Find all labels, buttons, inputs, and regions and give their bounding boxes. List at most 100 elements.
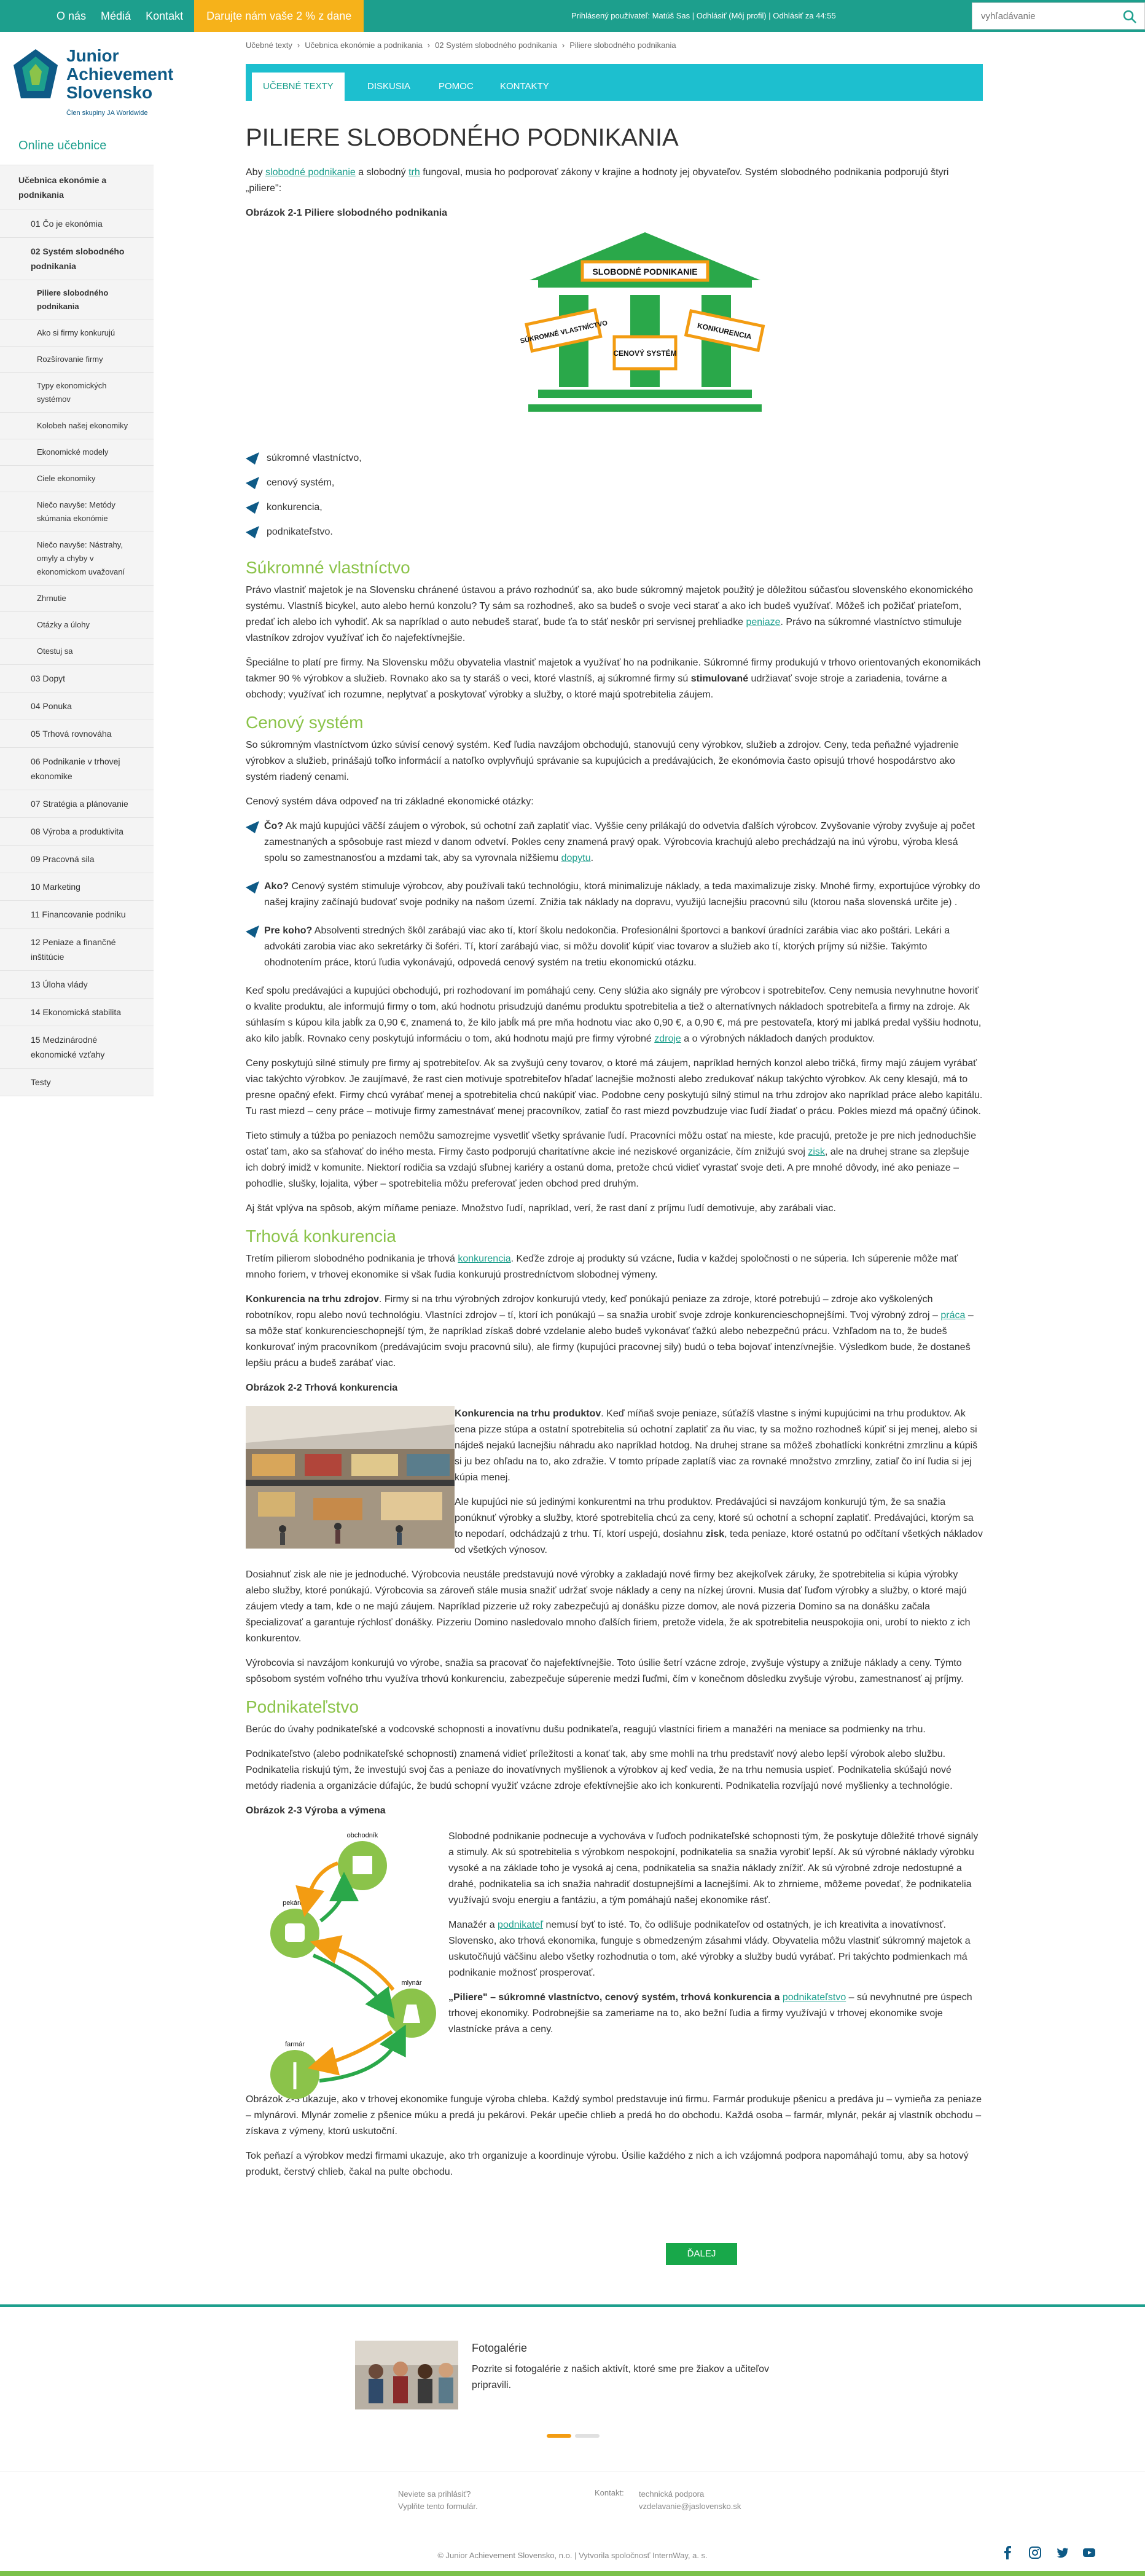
youtube-icon[interactable]: [1082, 2546, 1096, 2559]
tab-ucebne-texty[interactable]: UČEBNÉ TEXTY: [252, 73, 345, 101]
arrow-bullet-icon: [246, 925, 259, 938]
sidebar-item[interactable]: Kolobeh našej ekonomiky: [0, 413, 154, 439]
sidebar-item[interactable]: Zhrnutie: [0, 586, 154, 612]
gallery-pager[interactable]: [547, 2434, 608, 2438]
arrow-bullet-icon: [246, 881, 259, 893]
breadcrumb-item[interactable]: Učebné texty: [246, 41, 292, 50]
section-heading: Cenový systém: [246, 713, 364, 732]
glossary-link[interactable]: konkurencia: [458, 1254, 510, 1264]
sidebar-item[interactable]: 14 Ekonomická stabilita: [0, 999, 154, 1026]
nav-contact-link[interactable]: Kontakt: [138, 0, 190, 32]
production-block: obchodník pekáreň mlynár farmár Slobodné…: [246, 1829, 983, 2099]
sidebar-title[interactable]: Online učebnice: [0, 126, 154, 165]
paragraph: Cenový systém dáva odpoveď na tri základ…: [246, 796, 534, 807]
ja-logo[interactable]: Junior Achievement Slovensko Člen skupin…: [14, 45, 192, 125]
arrow-bullet-icon: [246, 477, 259, 489]
facebook-icon[interactable]: [1001, 2546, 1015, 2559]
sidebar-item[interactable]: 05 Trhová rovnováha: [0, 720, 154, 748]
gallery-title[interactable]: Fotogalérie: [472, 2342, 527, 2355]
footer-contact-label: Kontakt:: [595, 2488, 624, 2497]
sidebar-item[interactable]: Ciele ekonomiky: [0, 466, 154, 492]
list-item-text: konkurencia,: [267, 502, 322, 512]
paragraph: Aj štát vplýva na spôsob, akým míňame pe…: [246, 1203, 836, 1214]
pager-dot[interactable]: [575, 2434, 600, 2438]
sidebar-item[interactable]: Ekonomické modely: [0, 439, 154, 466]
list-item: súkromné vlastníctvo,: [246, 446, 983, 471]
list-item-text: cenový systém,: [267, 477, 335, 488]
glossary-link[interactable]: trh: [408, 167, 420, 178]
sidebar-item[interactable]: Rozšírovanie firmy: [0, 347, 154, 373]
sidebar-item[interactable]: 15 Medzinárodné ekonomické vzťahy: [0, 1026, 154, 1069]
logo-line-3: Slovensko: [66, 83, 153, 102]
twitter-icon[interactable]: [1055, 2546, 1069, 2559]
donate-button[interactable]: Darujte nám vaše 2 % z dane: [194, 0, 364, 32]
sidebar-item[interactable]: Ako si firmy konkurujú: [0, 320, 154, 347]
production-cycle-diagram: obchodník pekáreň mlynár farmár: [270, 1832, 436, 2099]
footer-email-link[interactable]: vzdelavanie@jaslovensko.sk: [639, 2500, 741, 2513]
gallery-thumbnail[interactable]: [355, 2341, 458, 2409]
sidebar-item[interactable]: Učebnica ekonómie a podnikania: [0, 165, 154, 210]
tab-kontakty[interactable]: KONTAKTY: [489, 73, 560, 101]
glossary-link[interactable]: práca: [940, 1310, 965, 1321]
search-icon[interactable]: [1122, 9, 1137, 24]
sidebar-item[interactable]: Niečo navyše: Metódy skúmania ekonómie: [0, 492, 154, 532]
text: Aby: [246, 167, 266, 178]
photo-gallery-section: Fotogalérie Pozrite si fotogalérie z naš…: [0, 2307, 1145, 2472]
breadcrumb-separator: ›: [561, 41, 565, 50]
paragraph: Dosiahnuť zisk ale nie je jednoduché. Vý…: [246, 1569, 971, 1644]
nav-about-link[interactable]: O nás: [49, 0, 93, 32]
cycle-label-mill: mlynár: [401, 1979, 421, 1987]
sidebar-item[interactable]: Niečo navyše: Nástrahy, omyly a chyby v …: [0, 532, 154, 586]
user-info[interactable]: Prihlásený používateľ: Matúš Sas | Odhlá…: [571, 0, 836, 32]
pager-dot-active[interactable]: [547, 2434, 571, 2438]
sidebar-item[interactable]: Typy ekonomických systémov: [0, 373, 154, 413]
paragraph: Keď spolu predávajúci a kupujúci obchodu…: [246, 983, 983, 1047]
footer-forgot-text: Neviete sa prihlásiť?: [398, 2489, 471, 2499]
sidebar-item[interactable]: 08 Výroba a produktivita: [0, 818, 154, 846]
glossary-link[interactable]: slobodné podnikanie: [265, 167, 356, 178]
sidebar-item[interactable]: 01 Čo je ekonómia: [0, 210, 154, 238]
tab-pomoc[interactable]: POMOC: [428, 73, 485, 101]
sidebar-item[interactable]: 03 Dopyt: [0, 665, 154, 693]
sidebar-item[interactable]: 11 Financovanie podniku: [0, 901, 154, 929]
breadcrumb-item[interactable]: 02 Systém slobodného podnikania: [435, 41, 557, 50]
sidebar-item[interactable]: 06 Podnikanie v trhovej ekonomike: [0, 748, 154, 790]
breadcrumb-item[interactable]: Učebnica ekonómie a podnikania: [305, 41, 423, 50]
glossary-link[interactable]: dopytu: [561, 853, 591, 863]
glossary-link[interactable]: zisk: [808, 1147, 825, 1157]
sidebar-item[interactable]: 04 Ponuka: [0, 693, 154, 720]
bold-text: Konkurencia na trhu zdrojov: [246, 1294, 379, 1305]
nav-media-link[interactable]: Médiá: [93, 0, 138, 32]
sidebar-item[interactable]: 13 Úloha vlády: [0, 971, 154, 999]
breadcrumb-item[interactable]: Piliere slobodného podnikania: [569, 41, 676, 50]
sidebar-item[interactable]: 12 Peniaze a finančné inštitúcie: [0, 929, 154, 971]
arrow-bullet-icon: [246, 526, 259, 538]
photo-side-text: Konkurencia na trhu produktov. Keď míňaš…: [455, 1406, 983, 1558]
glossary-link[interactable]: peniaze: [746, 617, 780, 627]
glossary-link[interactable]: podnikateľstvo: [783, 1992, 846, 2003]
sidebar-item[interactable]: Piliere slobodného podnikania: [0, 280, 154, 320]
sidebar-item[interactable]: Otázky a úlohy: [0, 612, 154, 638]
ja-logo-mark-icon: [14, 49, 58, 98]
paragraph: Berúc do úvahy podnikateľské a vodcovské…: [246, 1724, 926, 1735]
sidebar-items: Učebnica ekonómie a podnikania 01 Čo je e…: [0, 165, 154, 1096]
instagram-icon[interactable]: [1028, 2546, 1042, 2559]
sidebar-item[interactable]: 09 Pracovná sila: [0, 846, 154, 873]
next-button[interactable]: ĎALEJ: [666, 2243, 737, 2265]
paragraph: Tretím pilierom slobodného podnikania je…: [246, 1251, 983, 1283]
list-item: cenový systém,: [246, 471, 983, 495]
glossary-link[interactable]: podnikateľ: [498, 1920, 543, 1930]
sidebar-item[interactable]: 10 Marketing: [0, 873, 154, 901]
figure-caption: Obrázok 2-2 Trhová konkurencia: [246, 1383, 398, 1393]
glossary-link[interactable]: zdroje: [654, 1034, 681, 1044]
sidebar-item[interactable]: Testy: [0, 1069, 154, 1096]
search-input[interactable]: [981, 8, 1110, 24]
logo-tagline: Člen skupiny JA Worldwide: [66, 109, 148, 117]
sidebar-item[interactable]: 07 Stratégia a plánovanie: [0, 790, 154, 818]
sidebar-item[interactable]: 02 Systém slobodného podnikania: [0, 238, 154, 280]
text: . Keď míňaš svoje peniaze, súťažíš vlast…: [455, 1408, 978, 1483]
tab-diskusia[interactable]: DISKUSIA: [356, 73, 421, 101]
sidebar-item[interactable]: Otestuj sa: [0, 638, 154, 665]
footer-form-link[interactable]: Vyplňte tento formulár.: [398, 2500, 478, 2513]
footer-copyright: © Junior Achievement Slovensko, n.o. | V…: [437, 2551, 708, 2560]
